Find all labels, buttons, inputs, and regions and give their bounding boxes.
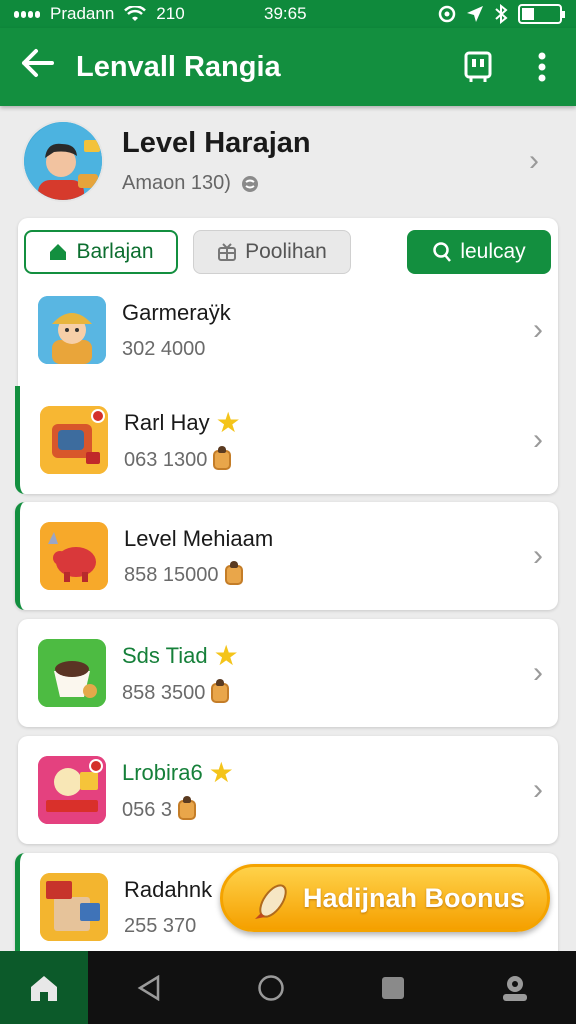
location-icon [467,6,483,22]
food-bowl-icon [38,639,106,707]
profile-subtitle: Amaon 130) [122,172,231,194]
arrow-left-icon [22,48,54,77]
sync-icon [438,5,456,23]
back-button[interactable] [20,48,76,87]
circle-home-icon [258,974,284,1001]
system-nav-bar [0,951,576,1024]
battery-icon [518,4,565,24]
badge-button[interactable] [456,45,500,89]
nav-home-button[interactable] [0,951,88,1024]
carrier-name: Pradann [50,4,115,23]
tab-poolihan[interactable]: Poolihan [193,230,351,274]
chevron-right-icon: › [533,656,543,689]
chevron-right-icon: › [533,313,543,346]
avatar [22,120,104,202]
ticket-icon [38,756,106,824]
tab-label: leulcay [460,240,526,263]
rocket-icon [255,884,287,919]
bonus-button[interactable]: Hadijnah Boonus [220,864,550,932]
item-name: Lrobira6 [122,759,203,785]
tab-barlajan[interactable]: Barlajan [24,230,178,274]
nav-back-button[interactable] [88,951,210,1024]
item-value: 056 3 [122,798,173,821]
gift-icon [218,243,237,261]
list-item[interactable]: Garmeraÿk 302 4000 › [18,276,558,384]
item-value: 302 4000 [122,337,206,360]
treasure-chest-icon [40,406,108,474]
coin-icon [224,561,243,585]
square-recents-icon [382,976,404,999]
nav-profile-button[interactable] [454,951,576,1024]
badge-icon [464,51,492,82]
item-name: Rarl Hay [124,409,210,435]
coin-icon [211,679,230,703]
home-icon [50,244,67,260]
page-title: Lenvall Rangia [76,50,281,83]
link-icon [241,175,258,192]
tab-label: Barlajan [76,240,154,263]
signal-icon [14,10,40,18]
location-person-icon [503,975,527,1001]
search-icon [433,242,452,262]
chevron-right-icon: › [533,773,543,806]
coin-icon [178,796,197,820]
game-thumbnail-icon [38,296,106,364]
item-value: 255 370 [124,914,197,937]
item-name: Level Mehiaam [124,525,274,551]
network-label: 210 [156,4,185,23]
star-icon: ★ [208,756,234,788]
bluetooth-icon [495,4,508,24]
item-value: 063 1300 [124,448,208,471]
gift-box-icon [40,873,108,941]
tab-bar: Barlajan Poolihan leulcay [18,218,558,284]
tab-leulcay[interactable]: leulcay [407,230,551,274]
chevron-right-icon: › [529,144,539,177]
bonus-label: Hadijnah Boonus [303,882,525,913]
list-item[interactable]: Level Mehiaam 858 15000 › [15,502,558,610]
chevron-right-icon: › [533,423,543,456]
coin-icon [213,446,232,470]
clock: 39:65 [264,4,307,23]
item-value: 858 15000 [124,563,219,586]
more-vert-icon [538,52,546,82]
home-icon [31,975,57,1001]
item-name: Sds Tiad [122,642,208,668]
profile-name: Level Harajan [122,127,311,159]
star-icon: ★ [215,406,241,438]
nav-home-circle-button[interactable] [210,951,332,1024]
list-item[interactable]: Sds Tiad ★ 858 3500 › [18,619,558,727]
nav-recents-button[interactable] [332,951,454,1024]
more-menu-button[interactable] [528,45,556,89]
status-bar: Pradann 210 39:65 [0,0,576,28]
app-bar: Lenvall Rangia [0,28,576,106]
profile-row[interactable]: Level Harajan Amaon 130) › [0,106,576,216]
chevron-right-icon: › [533,539,543,572]
item-value: 858 3500 [122,681,206,704]
list-item[interactable]: Rarl Hay ★ 063 1300 › [15,386,558,494]
star-icon: ★ [213,639,239,671]
piggy-bank-icon [40,522,108,590]
item-name: Garmeraÿk [122,299,231,325]
triangle-back-icon [137,974,160,1001]
tab-label: Poolihan [245,240,327,263]
list-item[interactable]: Lrobira6 ★ 056 3 › [18,736,558,844]
wifi-icon [124,6,147,21]
